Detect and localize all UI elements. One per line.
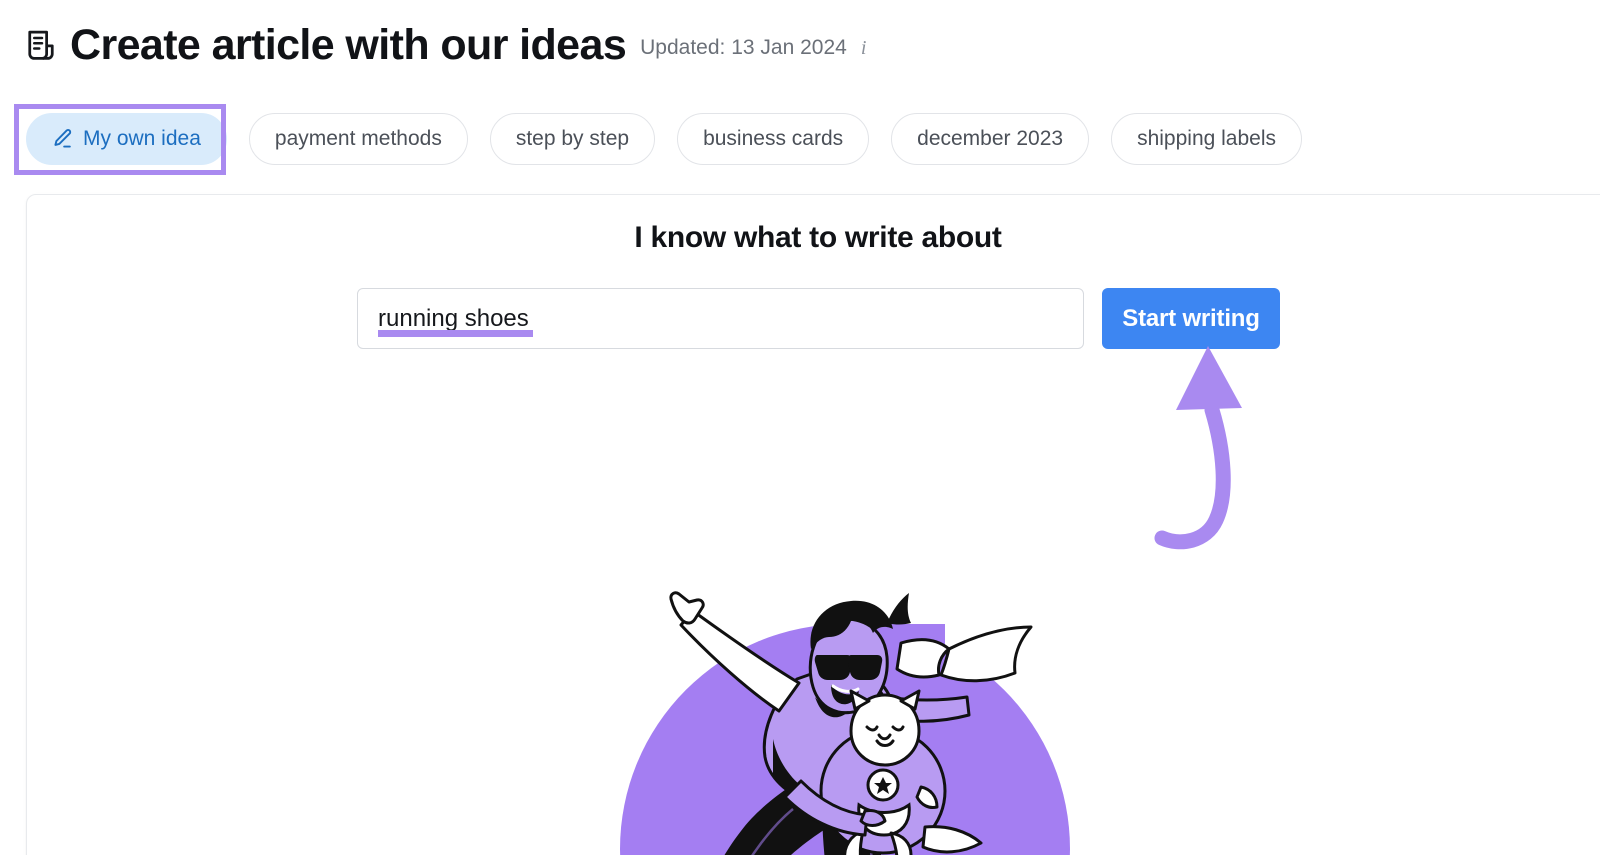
- tab-business-cards[interactable]: business cards: [677, 113, 870, 165]
- tab-step-by-step[interactable]: step by step: [489, 113, 656, 165]
- page-heading: I know what to write about: [634, 221, 1002, 254]
- info-icon[interactable]: i: [861, 38, 867, 58]
- tab-label: My own idea: [83, 127, 201, 150]
- article-icon: [26, 29, 56, 61]
- tab-shipping-labels[interactable]: shipping labels: [1111, 113, 1303, 165]
- content-panel: I know what to write about running shoes…: [26, 194, 1600, 855]
- tab-december-2023[interactable]: december 2023: [891, 113, 1090, 165]
- tab-label: shipping labels: [1137, 127, 1277, 150]
- page-root: Create article with our ideas Updated: 1…: [0, 0, 1600, 855]
- tab-payment-methods[interactable]: payment methods: [248, 113, 468, 165]
- page-header: Create article with our ideas Updated: 1…: [26, 24, 866, 67]
- tab-label: business cards: [703, 127, 844, 150]
- search-input[interactable]: running shoes: [357, 288, 1084, 349]
- topic-search-row: running shoes Start writing: [357, 288, 1280, 349]
- tab-label: december 2023: [917, 127, 1064, 150]
- annotation-underline: [378, 330, 533, 337]
- updated-label: Updated: 13 Jan 2024: [640, 36, 847, 59]
- page-title: Create article with our ideas: [70, 21, 627, 69]
- tab-label: step by step: [515, 127, 630, 150]
- idea-tabs: My own idea payment methods step by step…: [26, 113, 1303, 165]
- search-input-value: running shoes: [378, 304, 529, 332]
- pencil-icon: [52, 128, 74, 150]
- start-writing-button[interactable]: Start writing: [1102, 288, 1280, 349]
- hero-illustration: [583, 579, 1103, 855]
- tab-label: payment methods: [274, 127, 442, 150]
- updated-group: Updated: 13 Jan 2024 i: [640, 36, 866, 60]
- sidebar-item-my-own-idea[interactable]: My own idea: [26, 113, 227, 165]
